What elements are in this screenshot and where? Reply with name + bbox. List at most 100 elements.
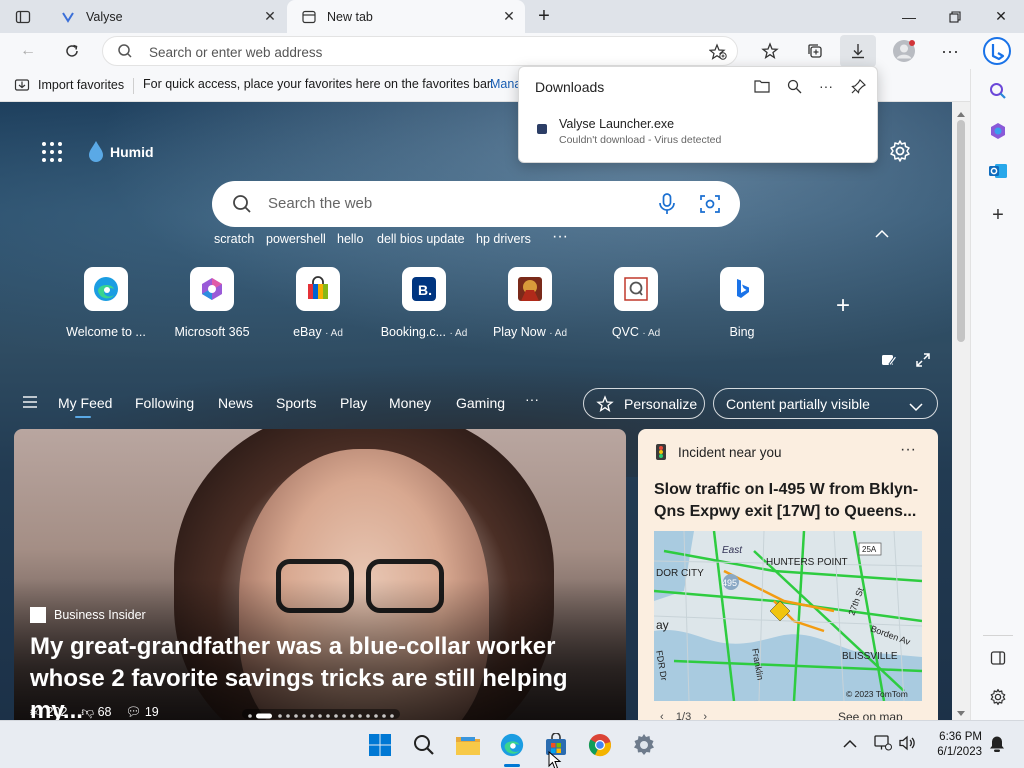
collapse-chevron-up-icon[interactable] [875, 226, 889, 242]
web-search-box[interactable]: Search the web [212, 181, 740, 227]
sidebar-outlook-icon[interactable] [984, 157, 1012, 185]
search-suggestion[interactable]: hp drivers [476, 232, 531, 246]
quicklink-welcome[interactable]: Welcome to ... [61, 267, 151, 339]
page-settings-gear-icon[interactable] [888, 139, 912, 166]
sidebar-search-icon[interactable] [984, 77, 1012, 105]
more-suggestions-icon[interactable]: ··· [552, 228, 568, 246]
address-bar[interactable]: Search or enter web address [102, 36, 738, 66]
newtab-favicon-icon [301, 9, 317, 25]
open-folder-icon[interactable] [753, 77, 771, 95]
search-suggestion[interactable]: powershell [266, 232, 326, 246]
close-tab-icon[interactable]: ✕ [501, 8, 517, 24]
scroll-down-arrow-icon[interactable] [956, 706, 966, 721]
add-quicklink-plus-icon[interactable]: + [836, 292, 850, 320]
taskbar-search-icon[interactable] [408, 729, 440, 761]
personalize-button[interactable]: Personalize [583, 388, 705, 419]
restore-icon[interactable] [932, 0, 978, 33]
quicklink-play-now[interactable]: Play Now · Ad [485, 267, 575, 339]
visual-search-icon[interactable] [700, 194, 720, 217]
dislike-button[interactable]: 👎︎ 68 [81, 705, 111, 720]
profile-avatar-icon[interactable] [890, 37, 918, 65]
traffic-headline[interactable]: Slow traffic on I-495 W from Bklyn-Qns E… [654, 479, 924, 523]
quicklink-ebay[interactable]: eBay · Ad [273, 267, 363, 339]
favbar-divider [133, 78, 134, 94]
traffic-incident-card[interactable]: Incident near you ··· Slow traffic on I-… [638, 429, 938, 720]
favorites-icon[interactable] [756, 37, 784, 65]
feed-tab-my-feed[interactable]: My Feed [58, 395, 112, 411]
more-feed-tabs-icon[interactable]: ··· [525, 391, 539, 407]
search-suggestion[interactable]: dell bios update [377, 232, 465, 246]
app-launcher-icon[interactable] [40, 140, 64, 164]
downloads-icon[interactable] [840, 35, 876, 67]
carousel-dots[interactable] [242, 709, 400, 719]
add-favorite-star-icon[interactable] [708, 43, 727, 64]
show-hidden-icons-chevron-up-icon[interactable] [843, 737, 857, 752]
card-pager[interactable]: ‹ 1/3 › [660, 711, 707, 720]
hero-source[interactable]: Business Insider [30, 607, 146, 623]
windows-taskbar: 6:36 PM 6/1/2023 [0, 720, 1024, 768]
close-window-icon[interactable]: ✕ [978, 0, 1024, 33]
tile-label: Bing [729, 325, 755, 339]
sidebar-hide-icon[interactable] [984, 644, 1012, 672]
downloads-more-icon[interactable]: ··· [817, 77, 835, 95]
chrome-icon[interactable] [584, 729, 616, 761]
edge-taskbar-icon[interactable] [496, 729, 528, 767]
sidebar-settings-gear-icon[interactable] [984, 683, 1012, 711]
chevron-down-icon [909, 399, 923, 415]
download-file-name[interactable]: Valyse Launcher.exe [559, 117, 674, 131]
feed-tab-money[interactable]: Money [389, 395, 431, 411]
hero-news-card[interactable]: Business Insider My great-grandfather wa… [14, 429, 626, 720]
manage-favorites-link[interactable]: Mana [490, 77, 521, 91]
tab-valyse[interactable]: Valyse ✕ [46, 0, 286, 33]
collections-icon[interactable] [801, 37, 829, 65]
content-visibility-dropdown[interactable]: Content partially visible [713, 388, 938, 419]
weather-widget[interactable]: Humid [86, 140, 154, 164]
scrollbar-thumb[interactable] [957, 120, 965, 342]
search-suggestion[interactable]: scratch [214, 232, 254, 246]
system-clock[interactable]: 6:36 PM 6/1/2023 [922, 730, 982, 760]
settings-app-icon[interactable] [628, 729, 660, 761]
start-windows-icon[interactable] [364, 729, 396, 761]
like-button[interactable]: 👍︎ 202 [30, 705, 67, 720]
file-explorer-icon[interactable] [452, 729, 484, 761]
microphone-icon[interactable] [658, 193, 676, 218]
minimize-icon[interactable]: — [886, 0, 932, 33]
see-on-map-link[interactable]: See on map [838, 710, 903, 720]
quicklink-microsoft-365[interactable]: Microsoft 365 [167, 267, 257, 339]
notifications-icon[interactable] [988, 735, 1006, 756]
traffic-map[interactable]: 495 25A East DOR CITY HUNTERS POINT ay B… [654, 531, 922, 701]
tab-new-tab[interactable]: New tab ✕ [287, 0, 525, 33]
scroll-up-arrow-icon[interactable] [956, 106, 966, 121]
traffic-card-header: Incident near you [678, 445, 782, 460]
sidebar-copilot-icon[interactable] [984, 117, 1012, 145]
feed-menu-icon[interactable] [22, 395, 38, 412]
refresh-icon[interactable] [58, 37, 86, 65]
feed-tab-news[interactable]: News [218, 395, 253, 411]
settings-more-icon[interactable]: ··· [936, 37, 964, 65]
page-scrollbar[interactable] [952, 102, 970, 720]
back-arrow-icon[interactable]: ← [14, 37, 42, 65]
search-downloads-icon[interactable] [785, 77, 803, 95]
sidebar-add-icon[interactable]: + [984, 201, 1012, 229]
bing-copilot-icon[interactable] [980, 34, 1014, 68]
card-more-options-icon[interactable]: ··· [900, 441, 916, 459]
quicklink-booking[interactable]: B. Booking.c... · Ad [379, 267, 469, 339]
feed-tab-gaming[interactable]: Gaming [456, 395, 505, 411]
import-favorites-button[interactable]: Import favorites [14, 77, 124, 93]
search-suggestion[interactable]: hello [337, 232, 363, 246]
pin-icon[interactable] [849, 77, 867, 95]
new-tab-plus-icon[interactable]: + [528, 0, 560, 33]
feed-tab-following[interactable]: Following [135, 395, 194, 411]
volume-icon[interactable] [899, 735, 917, 754]
edit-background-icon[interactable] [881, 352, 898, 371]
quicklink-qvc[interactable]: QVC · Ad [591, 267, 681, 339]
feed-tab-sports[interactable]: Sports [276, 395, 316, 411]
quicklink-bing[interactable]: Bing [697, 267, 787, 339]
expand-icon[interactable] [915, 352, 931, 371]
close-tab-icon[interactable]: ✕ [262, 8, 278, 24]
feed-tab-play[interactable]: Play [340, 395, 367, 411]
address-placeholder: Search or enter web address [149, 45, 323, 60]
tab-actions-icon[interactable] [0, 0, 46, 33]
comments-button[interactable]: 💬︎ 19 [125, 705, 158, 720]
network-icon[interactable] [874, 735, 892, 754]
